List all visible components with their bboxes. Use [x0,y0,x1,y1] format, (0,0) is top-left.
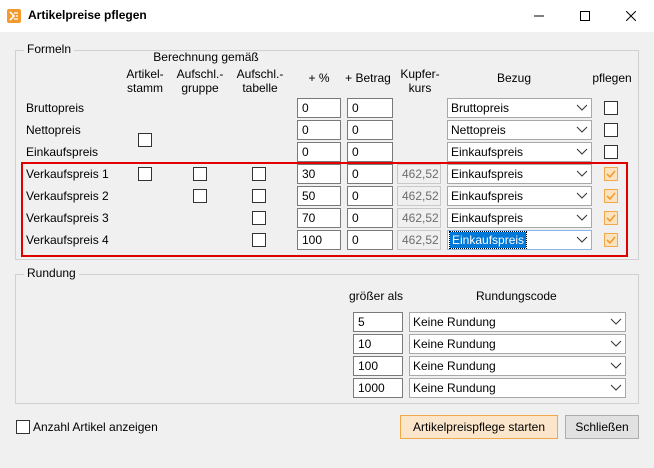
bezug-select-value: Bruttopreis [451,101,510,115]
groesser-als-input-2[interactable]: 10 [353,334,403,354]
chevron-down-icon [576,126,588,134]
chevron-down-icon [610,362,622,370]
pflegen-checkbox-nettopreis[interactable] [604,123,618,137]
rundung-legend: Rundung [24,266,79,280]
groesser-als-input-3[interactable]: 100 [353,356,403,376]
formeln-legend: Formeln [24,42,75,56]
bezug-select-value: Nettopreis [451,123,506,137]
chevron-down-icon [576,104,588,112]
rundungscode-value: Keine Rundung [413,381,496,395]
anzahl-artikel-label: Anzahl Artikel anzeigen [33,420,158,434]
bezug-select-bruttopreis[interactable]: Bruttopreis [447,98,592,118]
prozent-input-bruttopreis[interactable]: 0 [297,98,341,118]
close-button[interactable]: Schließen [565,415,639,439]
kupferkurs-header: Kupfer-kurs [400,67,440,95]
bezug-header: Bezug [496,71,532,85]
betrag-header: + Betrag [345,71,391,85]
rundungscode-select-1[interactable]: Keine Rundung [409,312,626,332]
prozent-input-nettopreis[interactable]: 0 [297,120,341,140]
minimize-button[interactable] [516,0,562,32]
groesser-als-header: größer als [349,289,404,303]
betrag-input-bruttopreis[interactable]: 0 [347,98,393,118]
row-label-einkaufspreis: Einkaufspreis [26,145,99,159]
row-label-nettopreis: Nettopreis [26,123,81,137]
close-window-button[interactable] [608,0,654,32]
rundungscode-value: Keine Rundung [413,337,496,351]
row-label-bruttopreis: Bruttopreis [26,101,85,115]
aufschlag-tabelle-header: Aufschl.- tabelle [236,67,284,95]
start-artikelpreispflege-button[interactable]: Artikelpreispflege starten [400,415,558,439]
chevron-down-icon [610,318,622,326]
rundungscode-select-2[interactable]: Keine Rundung [409,334,626,354]
rundungscode-value: Keine Rundung [413,359,496,373]
bezug-select-einkaufspreis[interactable]: Einkaufspreis [447,142,592,162]
pflegen-checkbox-bruttopreis[interactable] [604,101,618,115]
verkaufspreis-highlight-box [21,162,628,257]
maximize-icon [580,11,590,21]
bezug-select-nettopreis[interactable]: Nettopreis [447,120,592,140]
maximize-button[interactable] [562,0,608,32]
rundungscode-value: Keine Rundung [413,315,496,329]
prozent-header: + % [308,71,330,85]
groesser-als-input-4[interactable]: 1000 [353,378,403,398]
window-title: Artikelpreise pflegen [28,8,147,22]
minimize-icon [534,15,544,17]
betrag-input-nettopreis[interactable]: 0 [347,120,393,140]
rundungscode-header: Rundungscode [476,289,557,303]
berechnung-header: Berechnung gemäß [153,50,259,64]
groesser-als-input-1[interactable]: 5 [353,312,403,332]
chevron-down-icon [610,384,622,392]
pflegen-checkbox-einkaufspreis[interactable] [604,145,618,159]
chevron-down-icon [576,148,588,156]
chevron-down-icon [610,340,622,348]
app-icon [7,9,21,23]
rundungscode-select-3[interactable]: Keine Rundung [409,356,626,376]
betrag-input-einkaufspreis[interactable]: 0 [347,142,393,162]
prozent-input-einkaufspreis[interactable]: 0 [297,142,341,162]
pflegen-header: pflegen [592,71,632,85]
bezug-select-value: Einkaufspreis [451,145,524,159]
close-icon [626,11,636,21]
artikelstamm-checkbox-nettopreis[interactable] [138,133,152,147]
anzahl-artikel-checkbox[interactable] [16,420,30,434]
aufschlag-gruppe-header: Aufschl.- gruppe [176,67,224,95]
artikelstamm-header: Artikel-stamm [126,67,164,95]
rundungscode-select-4[interactable]: Keine Rundung [409,378,626,398]
